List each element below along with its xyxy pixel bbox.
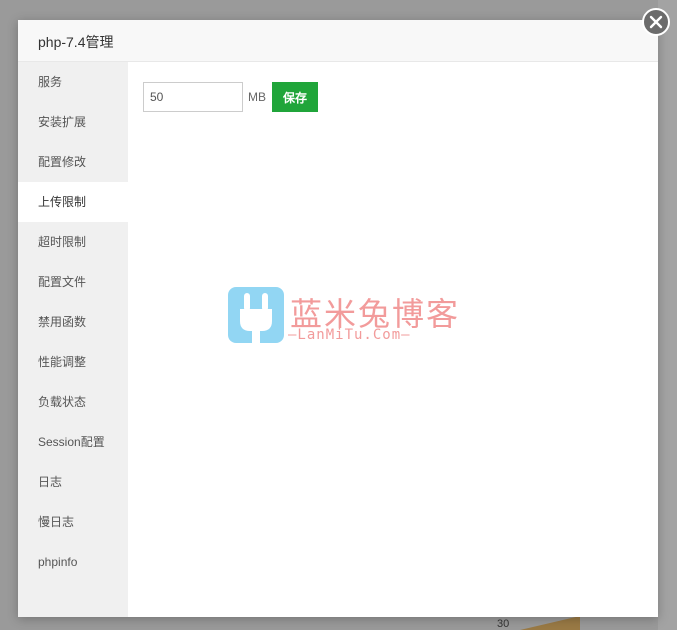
- php-manage-dialog: php-7.4管理 服务 安装扩展 配置修改 上传限制 超时限制 配置文件 禁用…: [18, 20, 658, 617]
- background-chart-area: [520, 616, 580, 630]
- watermark-subtitle: —LanMiTu.Com—: [288, 327, 411, 343]
- sidebar-item-timeout-limit[interactable]: 超时限制: [18, 222, 128, 262]
- watermark: 蓝米兔博客 —LanMiTu.Com—: [228, 287, 468, 347]
- background-right-column: [658, 0, 677, 630]
- background-axis-label: 30: [497, 618, 510, 630]
- close-button[interactable]: [642, 8, 670, 36]
- close-icon: [649, 15, 663, 29]
- sidebar-item-config-edit[interactable]: 配置修改: [18, 142, 128, 182]
- sidebar-item-config-file[interactable]: 配置文件: [18, 262, 128, 302]
- unit-label: MB: [248, 90, 266, 104]
- content-panel: MB 保存 蓝米兔博客 —LanMiTu.Com—: [128, 62, 658, 617]
- plug-logo-icon: [228, 287, 284, 343]
- sidebar-item-phpinfo[interactable]: phpinfo: [18, 542, 128, 582]
- sidebar-item-session-config[interactable]: Session配置: [18, 422, 128, 462]
- dialog-header: php-7.4管理: [18, 20, 658, 62]
- sidebar-item-load-status[interactable]: 负载状态: [18, 382, 128, 422]
- sidebar-item-install-extensions[interactable]: 安装扩展: [18, 102, 128, 142]
- dialog-title: php-7.4管理: [38, 34, 114, 50]
- sidebar-item-log[interactable]: 日志: [18, 462, 128, 502]
- sidebar-item-performance-tuning[interactable]: 性能调整: [18, 342, 128, 382]
- save-button[interactable]: 保存: [272, 82, 318, 112]
- sidebar: 服务 安装扩展 配置修改 上传限制 超时限制 配置文件 禁用函数 性能调整 负载…: [18, 62, 128, 617]
- sidebar-item-slow-log[interactable]: 慢日志: [18, 502, 128, 542]
- upload-size-input[interactable]: [143, 82, 243, 112]
- sidebar-item-service[interactable]: 服务: [18, 62, 128, 102]
- sidebar-item-disabled-functions[interactable]: 禁用函数: [18, 302, 128, 342]
- sidebar-item-upload-limit[interactable]: 上传限制: [18, 182, 128, 222]
